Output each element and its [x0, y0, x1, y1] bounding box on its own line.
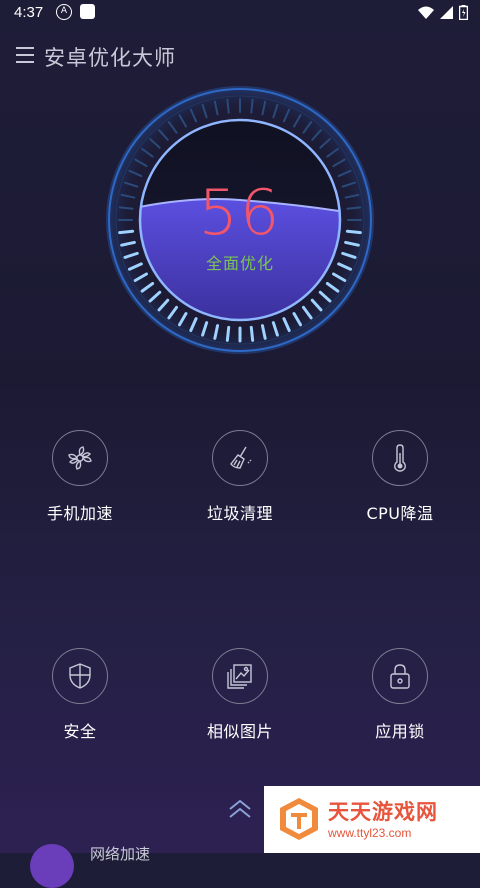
gauge-tick [249, 325, 255, 342]
app-title: 安卓优化大师 [44, 46, 176, 70]
tool-junk-clean[interactable]: 垃圾清理 [170, 430, 310, 524]
tool-phone-speedup[interactable]: 手机加速 [10, 430, 150, 524]
gauge-tick [225, 325, 231, 342]
images-icon [212, 648, 268, 704]
status-time: 4:37 [14, 4, 44, 21]
thermometer-icon [372, 430, 428, 486]
status-bar: 4:37 A [0, 0, 480, 28]
optimize-gauge[interactable]: 56 全面优化 [104, 84, 376, 356]
expand-up-icon[interactable] [226, 798, 254, 820]
network-boost-label[interactable]: 网络加速 [90, 843, 150, 864]
tool-label: 垃圾清理 [206, 504, 273, 523]
tool-similar-photos[interactable]: 相似图片 [170, 648, 310, 742]
lock-icon [372, 648, 428, 704]
tool-app-lock[interactable]: 应用锁 [330, 648, 470, 742]
app-bar: 安卓优化大师 [0, 36, 480, 76]
fan-icon [52, 430, 108, 486]
watermark-url: www.ttyl23.com [328, 826, 412, 840]
tool-label: 相似图片 [206, 722, 273, 741]
signal-icon [440, 6, 453, 19]
tool-cpu-cool[interactable]: CPU降温 [330, 430, 470, 524]
watermark-logo [280, 798, 318, 840]
wifi-icon [418, 6, 434, 19]
notification-app-icon [80, 4, 95, 19]
watermark: 天天游戏网 www.ttyl23.com [264, 786, 480, 853]
gauge-tick [250, 98, 254, 114]
tool-label: 应用锁 [375, 722, 425, 741]
gauge-score: 56 [198, 176, 282, 249]
menu-icon[interactable] [16, 45, 34, 65]
tool-label: 安全 [63, 722, 97, 741]
tool-security[interactable]: 安全 [10, 648, 150, 742]
notification-a-icon: A [56, 4, 72, 20]
watermark-title: 天天游戏网 [328, 800, 438, 824]
network-boost-icon [30, 844, 74, 888]
tool-label: 手机加速 [46, 504, 113, 523]
gauge-tick [226, 98, 230, 114]
gauge-label[interactable]: 全面优化 [104, 250, 376, 274]
status-icons [418, 5, 468, 20]
broom-icon [212, 430, 268, 486]
tool-label: CPU降温 [366, 504, 434, 523]
battery-icon [459, 5, 468, 20]
shield-icon [52, 648, 108, 704]
